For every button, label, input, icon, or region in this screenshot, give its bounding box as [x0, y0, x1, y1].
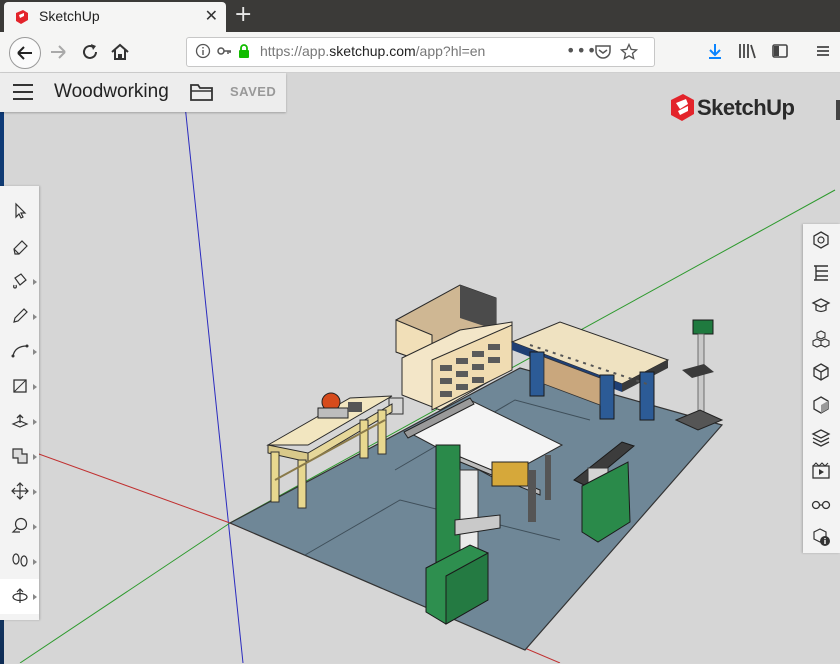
eraser-icon [13, 240, 28, 255]
components-panel-button[interactable] [803, 323, 840, 356]
select-icon [15, 202, 27, 219]
back-button[interactable] [9, 37, 41, 69]
woodworking-shop-model [0, 104, 836, 663]
eraser-tool[interactable] [0, 229, 39, 264]
more-actions-icon[interactable]: ••• [566, 41, 597, 60]
materials-panel-button[interactable] [803, 356, 840, 389]
hamburger-menu-icon[interactable] [13, 84, 33, 105]
close-tab-icon[interactable]: ✕ [205, 6, 218, 25]
tab-title: SketchUp [39, 8, 100, 24]
download-icon[interactable] [706, 42, 724, 60]
sketchup-logo-text: SketchUp [697, 95, 795, 120]
push-pull-icon [11, 414, 29, 428]
sketchup-favicon-icon [14, 9, 30, 29]
browser-tab[interactable]: SketchUp ✕ [4, 2, 226, 32]
home-icon [111, 43, 129, 60]
tape-measure-tool[interactable] [0, 509, 39, 544]
model-info-panel-button[interactable] [803, 521, 840, 554]
outliner-panel-button[interactable] [803, 257, 840, 290]
materials-icon [813, 363, 829, 381]
select-tool[interactable] [0, 194, 39, 229]
rectangle-tool[interactable] [0, 369, 39, 404]
forward-arrow-icon [51, 45, 66, 59]
scenes-panel-button[interactable] [803, 455, 840, 488]
window-edge [836, 100, 840, 120]
instructor-panel-button[interactable] [803, 290, 840, 323]
paint-tool[interactable] [0, 264, 39, 299]
styles-panel-button[interactable] [803, 389, 840, 422]
offset-tool[interactable] [0, 439, 39, 474]
right-toolbar [803, 224, 840, 553]
secure-lock-icon[interactable] [236, 43, 252, 63]
scenes-icon [812, 462, 830, 479]
pocket-icon[interactable] [594, 43, 612, 61]
save-status: SAVED [230, 84, 277, 99]
url-text: https://app.sketchup.com/app?hl=en [260, 43, 486, 59]
push-pull-tool[interactable] [0, 404, 39, 439]
entity-info-panel-button[interactable] [803, 224, 840, 257]
offset-icon [12, 448, 28, 464]
green-axis [19, 522, 231, 663]
menu-icon[interactable] [814, 42, 832, 60]
move-tool[interactable] [0, 474, 39, 509]
rectangle-icon [13, 379, 27, 393]
paint-bucket-icon [13, 273, 27, 289]
orbit-tool[interactable] [0, 579, 39, 614]
home-button[interactable] [106, 38, 134, 66]
document-header: Woodworking SAVED [0, 73, 286, 112]
move-icon [11, 482, 29, 500]
orbit-icon [12, 588, 28, 603]
new-tab-icon[interactable]: + [234, 3, 252, 27]
bookmark-star-icon[interactable] [620, 43, 638, 61]
styles-icon [813, 396, 829, 414]
library-icon[interactable] [738, 42, 758, 60]
instructor-icon [811, 298, 831, 313]
walk-icon [12, 553, 28, 567]
reload-button[interactable] [76, 38, 104, 66]
layers-icon [811, 429, 831, 447]
drill-press-head [692, 319, 714, 335]
line-tool[interactable] [0, 299, 39, 334]
arc-icon [11, 344, 29, 358]
folder-icon[interactable] [189, 81, 215, 107]
display-panel-button[interactable] [803, 488, 840, 521]
browser-tab-bar: SketchUp ✕ + [0, 0, 840, 32]
left-toolbar [0, 186, 39, 620]
blue-axis [184, 104, 244, 663]
walk-tool[interactable] [0, 544, 39, 579]
layers-panel-button[interactable] [803, 422, 840, 455]
back-arrow-icon [17, 46, 32, 60]
tape-measure-icon [11, 517, 28, 533]
browser-nav-bar: https://app.sketchup.com/app?hl=en ••• [0, 32, 840, 73]
pencil-icon [13, 308, 28, 323]
model-info-icon [813, 528, 830, 546]
components-icon [812, 330, 830, 348]
reload-icon [83, 44, 97, 59]
sketchup-logo-icon [668, 92, 696, 126]
outliner-icon [814, 265, 828, 281]
display-icon [811, 500, 831, 510]
permissions-key-icon[interactable] [216, 43, 232, 63]
entity-info-icon [813, 231, 829, 249]
arc-tool[interactable] [0, 334, 39, 369]
address-bar[interactable]: https://app.sketchup.com/app?hl=en ••• [186, 37, 655, 67]
sidebar-toggle-icon[interactable] [771, 42, 789, 60]
forward-button[interactable] [45, 38, 73, 66]
info-icon[interactable] [195, 43, 211, 63]
document-title[interactable]: Woodworking [54, 81, 169, 103]
model-viewport[interactable] [0, 73, 840, 663]
